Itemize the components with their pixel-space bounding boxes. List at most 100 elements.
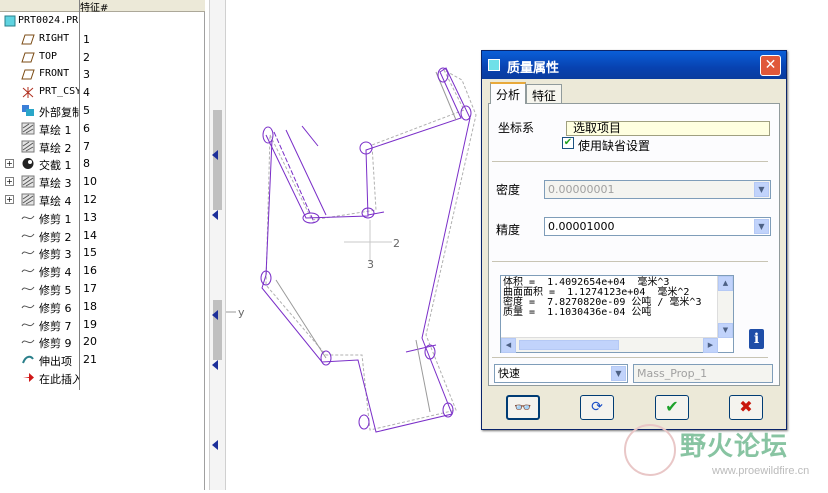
preview-button[interactable]: 👓 (506, 395, 540, 420)
tree-item[interactable]: RIGHT 1 (0, 31, 205, 49)
close-button[interactable]: ✕ (760, 55, 781, 76)
tree-item-number: 6 (83, 121, 90, 135)
tree-item-label: PRT0024.PR (18, 15, 79, 26)
tree-item-label: 在此插入 (39, 373, 79, 386)
accuracy-value: 0.00001000 (548, 220, 615, 233)
tree-item-number: 13 (83, 210, 97, 224)
tree-item[interactable]: PRT0024.PR (0, 13, 205, 31)
tree-item-number: 3 (83, 68, 90, 82)
plane-icon (21, 51, 35, 64)
scroll-left-icon[interactable]: ◀ (501, 338, 516, 353)
tree-item[interactable]: 修剪 5 17 (0, 280, 205, 298)
accuracy-dropdown[interactable]: 0.00001000 ▼ (544, 217, 771, 236)
sketch-arc[interactable] (460, 105, 472, 121)
sketch-icon (21, 122, 35, 135)
tree-item-label: 草绘 4 (39, 195, 72, 208)
name-field[interactable]: Mass_Prop_1 (633, 364, 773, 383)
vertical-scrollbar[interactable]: ▲ ▼ (717, 276, 733, 338)
tree-item[interactable]: + 草绘 3 10 (0, 173, 205, 191)
results-text: 体积 = 1.4092654e+04 毫米^3 曲面面积 = 1.1274123… (503, 277, 702, 318)
ok-button[interactable]: ✔ (655, 395, 689, 420)
csys-label: 坐标系 (498, 121, 535, 135)
tree-item-label: 修剪 4 (39, 266, 72, 280)
scroll-right-icon[interactable]: ▶ (703, 338, 718, 353)
repeat-button[interactable]: ⟳ (580, 395, 614, 420)
tree-item[interactable]: 修剪 9 20 (0, 333, 205, 351)
tree-item[interactable]: + 交截 1 8 (0, 155, 205, 173)
sketch-icon (21, 140, 35, 153)
default-settings-label: 使用缺省设置 (578, 139, 651, 153)
chevron-down-icon[interactable]: ▼ (754, 219, 769, 234)
expand-icon[interactable]: + (5, 177, 14, 187)
tree-item[interactable]: PRT_CSYS 4 (0, 84, 205, 102)
mode-dropdown[interactable]: 快速 ▼ (494, 364, 628, 383)
tree-item-number: 16 (83, 264, 97, 278)
tree-item-label: 修剪 3 (39, 248, 72, 262)
tree-item-label: 外部复制 (39, 106, 79, 119)
sketch-icon (21, 193, 35, 206)
csys-label: 2 (393, 237, 400, 250)
tree-item[interactable]: FRONT 3 (0, 66, 205, 84)
csys-cross-icon (344, 220, 392, 262)
tree-item-number: 20 (83, 335, 97, 349)
refresh-icon: ⟳ (591, 399, 603, 415)
insert-icon (21, 371, 35, 384)
tree-item-label: 修剪 9 (39, 337, 72, 351)
sketch-arc[interactable] (358, 414, 370, 430)
cross-icon: ✖ (739, 397, 753, 416)
tree-item[interactable]: + 草绘 4 12 (0, 191, 205, 209)
tree-item[interactable]: 在此插入 (0, 369, 205, 387)
panel-splitter[interactable] (209, 0, 226, 490)
tree-item-label: FRONT (39, 68, 70, 80)
scroll-down-icon[interactable]: ▼ (718, 323, 733, 338)
cancel-button[interactable]: ✖ (729, 395, 763, 420)
sketch-arc[interactable] (424, 344, 436, 360)
tree-item[interactable]: 修剪 4 16 (0, 262, 205, 280)
tree-item[interactable]: 伸出项 21 (0, 351, 205, 369)
axis-label: y (238, 306, 245, 319)
tree-item[interactable]: 修剪 3 15 (0, 244, 205, 262)
tree-item-number: 10 (83, 175, 97, 189)
tree-item[interactable]: 修剪 7 19 (0, 316, 205, 334)
tab-analysis[interactable]: 分析 (490, 82, 527, 104)
feature-number-column-header[interactable]: 特征# (80, 0, 108, 14)
extrude-icon (21, 353, 35, 366)
tree-item[interactable]: 外部复制 5 (0, 102, 205, 120)
tree-item[interactable]: 草绘 2 7 (0, 138, 205, 156)
scroll-thumb[interactable] (519, 340, 619, 350)
collapse-arrow-icon[interactable] (212, 150, 218, 160)
collapse-arrow-icon[interactable] (212, 210, 218, 220)
chevron-down-icon[interactable]: ▼ (611, 366, 626, 381)
dialog-title-bar[interactable]: 质量属性 ✕ (482, 51, 786, 79)
results-textbox[interactable]: 体积 = 1.4092654e+04 毫米^3 曲面面积 = 1.1274123… (500, 275, 734, 353)
tree-item-label: 伸出项 (39, 355, 72, 369)
collapse-arrow-icon[interactable] (212, 440, 218, 450)
tree-item[interactable]: 修剪 1 13 (0, 209, 205, 227)
sketch-arc[interactable] (262, 126, 274, 144)
tree-item[interactable]: 草绘 1 6 (0, 120, 205, 138)
tree-item[interactable]: 修剪 2 14 (0, 227, 205, 245)
default-settings-checkbox[interactable]: ✔ (562, 137, 574, 149)
plane-icon (21, 33, 35, 46)
sketch-curve[interactable] (285, 125, 437, 353)
expand-icon[interactable]: + (5, 159, 14, 169)
trim-icon (21, 246, 35, 259)
csys-select-field[interactable]: 选取项目 (566, 121, 770, 136)
collapse-arrow-icon[interactable] (212, 360, 218, 370)
trim-icon (21, 264, 35, 277)
tree-item[interactable]: 修剪 6 18 (0, 298, 205, 316)
horizontal-scrollbar[interactable]: ◀ ▶ (501, 337, 718, 353)
collapse-arrow-icon[interactable] (212, 310, 218, 320)
tree-item[interactable]: TOP 2 (0, 49, 205, 67)
info-button[interactable]: i (749, 329, 764, 349)
scroll-up-icon[interactable]: ▲ (718, 276, 733, 291)
splitter-grip[interactable] (213, 110, 222, 210)
watermark-logo-icon (624, 424, 676, 476)
tree-item-number: 5 (83, 104, 90, 117)
tree-item-label: 修剪 7 (39, 319, 72, 333)
tree-header: 特征# (0, 0, 205, 14)
splitter-grip[interactable] (213, 300, 222, 360)
expand-icon[interactable]: + (5, 195, 14, 204)
tab-feature[interactable]: 特征 (526, 84, 563, 104)
sketch-curve[interactable] (261, 67, 471, 433)
